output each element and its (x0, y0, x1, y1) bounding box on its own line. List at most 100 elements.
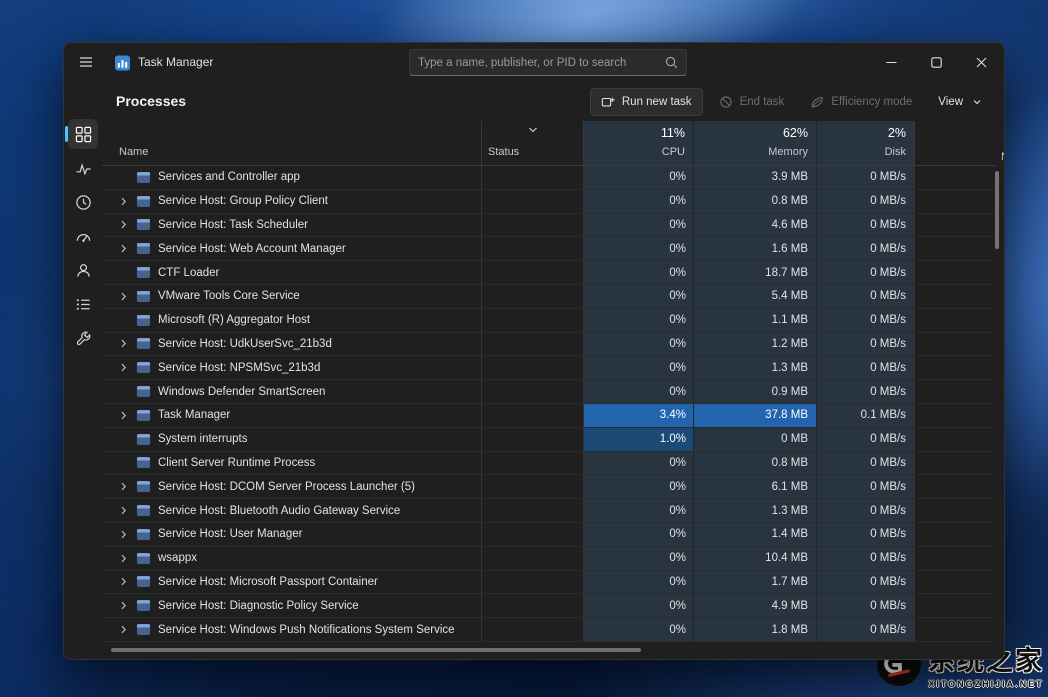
process-disk: 0 MB/s (816, 594, 914, 617)
process-row[interactable]: Service Host: NPSMSvc_21b3d 0% 1.3 MB 0 … (102, 356, 996, 380)
minimize-button[interactable] (869, 43, 914, 81)
process-icon (136, 598, 151, 613)
process-icon (136, 574, 151, 589)
process-network (914, 428, 996, 451)
expand-chevron-icon[interactable] (119, 339, 130, 348)
process-icon (136, 527, 151, 542)
process-cpu: 1.0% (583, 428, 693, 451)
process-row[interactable]: Service Host: User Manager 0% 1.4 MB 0 M… (102, 523, 996, 547)
process-row[interactable]: Services and Controller app 0% 3.9 MB 0 … (102, 166, 996, 190)
process-disk: 0 MB/s (816, 618, 914, 641)
expand-chevron-icon[interactable] (119, 244, 130, 253)
sidebar (64, 81, 102, 659)
column-header-cpu[interactable]: 11% CPU (583, 121, 693, 165)
process-memory: 0.9 MB (693, 380, 816, 403)
process-row[interactable]: Client Server Runtime Process 0% 0.8 MB … (102, 452, 996, 476)
process-cpu: 0% (583, 285, 693, 308)
sidebar-item-users[interactable] (68, 255, 98, 285)
column-header-status[interactable]: Status (481, 121, 583, 165)
users-icon (75, 262, 92, 279)
process-network (914, 285, 996, 308)
process-cpu: 0% (583, 214, 693, 237)
process-row[interactable]: Service Host: Windows Push Notifications… (102, 618, 996, 642)
expand-chevron-icon[interactable] (119, 601, 130, 610)
process-name: wsappx (158, 552, 197, 564)
run-new-task-label: Run new task (622, 96, 692, 108)
process-row[interactable]: Service Host: Microsoft Passport Contain… (102, 571, 996, 595)
search-box[interactable] (409, 49, 687, 76)
column-header-network[interactable] (914, 121, 996, 165)
efficiency-mode-button[interactable]: Efficiency mode (800, 88, 922, 116)
navigation-menu-button[interactable] (70, 47, 102, 77)
process-name: Service Host: Group Policy Client (158, 195, 328, 207)
sidebar-item-app-history[interactable] (68, 187, 98, 217)
process-row[interactable]: Windows Defender SmartScreen 0% 0.9 MB 0… (102, 380, 996, 404)
process-status (481, 356, 583, 379)
process-disk: 0 MB/s (816, 166, 914, 189)
maximize-icon (931, 57, 942, 68)
process-row[interactable]: Task Manager 3.4% 37.8 MB 0.1 MB/s (102, 404, 996, 428)
new-task-icon (601, 95, 615, 109)
column-header-name[interactable]: Name (102, 121, 481, 165)
process-status (481, 547, 583, 570)
process-status (481, 452, 583, 475)
process-disk: 0 MB/s (816, 356, 914, 379)
titlebar[interactable]: Task Manager (64, 43, 1004, 81)
toolbar: Run new task End task Efficiency mode Vi… (590, 87, 992, 117)
expand-chevron-icon[interactable] (119, 292, 130, 301)
expand-chevron-icon[interactable] (119, 530, 130, 539)
maximize-button[interactable] (914, 43, 959, 81)
sidebar-item-details[interactable] (68, 289, 98, 319)
disk-total-usage: 2% (888, 126, 906, 140)
process-row[interactable]: Service Host: Diagnostic Policy Service … (102, 594, 996, 618)
process-memory: 5.4 MB (693, 285, 816, 308)
expand-chevron-icon[interactable] (119, 197, 130, 206)
process-status (481, 571, 583, 594)
search-input[interactable] (418, 57, 665, 69)
end-task-button[interactable]: End task (709, 88, 795, 116)
process-name: Service Host: NPSMSvc_21b3d (158, 362, 320, 374)
process-row[interactable]: Service Host: Group Policy Client 0% 0.8… (102, 190, 996, 214)
expand-chevron-icon[interactable] (119, 482, 130, 491)
process-network (914, 261, 996, 284)
process-icon (136, 503, 151, 518)
expand-chevron-icon[interactable] (119, 220, 130, 229)
process-row[interactable]: Service Host: Web Account Manager 0% 1.6… (102, 237, 996, 261)
sidebar-item-performance[interactable] (68, 153, 98, 183)
task-manager-app-icon (115, 55, 130, 70)
process-memory: 0.8 MB (693, 190, 816, 213)
run-new-task-button[interactable]: Run new task (590, 88, 703, 116)
expand-chevron-icon[interactable] (119, 363, 130, 372)
process-row[interactable]: Service Host: DCOM Server Process Launch… (102, 475, 996, 499)
process-disk: 0 MB/s (816, 380, 914, 403)
process-memory: 37.8 MB (693, 404, 816, 427)
process-name: Service Host: User Manager (158, 528, 302, 540)
sidebar-item-processes[interactable] (68, 119, 98, 149)
horizontal-scrollbar[interactable] (111, 648, 641, 652)
process-cpu: 0% (583, 380, 693, 403)
process-row[interactable]: VMware Tools Core Service 0% 5.4 MB 0 MB… (102, 285, 996, 309)
performance-icon (75, 160, 92, 177)
expand-chevron-icon[interactable] (119, 506, 130, 515)
close-button[interactable] (959, 43, 1004, 81)
process-row[interactable]: CTF Loader 0% 18.7 MB 0 MB/s (102, 261, 996, 285)
expand-chevron-icon[interactable] (119, 554, 130, 563)
expand-chevron-icon[interactable] (119, 577, 130, 586)
expand-chevron-icon[interactable] (119, 625, 130, 634)
column-header-memory[interactable]: 62% Memory (693, 121, 816, 165)
process-name: Microsoft (R) Aggregator Host (158, 314, 310, 326)
view-dropdown-button[interactable]: View (928, 88, 992, 116)
process-row[interactable]: Service Host: Task Scheduler 0% 4.6 MB 0… (102, 214, 996, 238)
expand-chevron-icon[interactable] (119, 411, 130, 420)
process-cpu: 0% (583, 309, 693, 332)
sidebar-item-startup-apps[interactable] (68, 221, 98, 251)
process-row[interactable]: System interrupts 1.0% 0 MB 0 MB/s (102, 428, 996, 452)
process-row[interactable]: Microsoft (R) Aggregator Host 0% 1.1 MB … (102, 309, 996, 333)
process-row[interactable]: Service Host: Bluetooth Audio Gateway Se… (102, 499, 996, 523)
column-header-disk[interactable]: 2% Disk (816, 121, 914, 165)
process-row[interactable]: Service Host: UdkUserSvc_21b3d 0% 1.2 MB… (102, 333, 996, 357)
vertical-scrollbar[interactable] (995, 171, 999, 249)
close-icon (976, 57, 987, 68)
process-row[interactable]: wsappx 0% 10.4 MB 0 MB/s (102, 547, 996, 571)
sidebar-item-services[interactable] (68, 323, 98, 353)
